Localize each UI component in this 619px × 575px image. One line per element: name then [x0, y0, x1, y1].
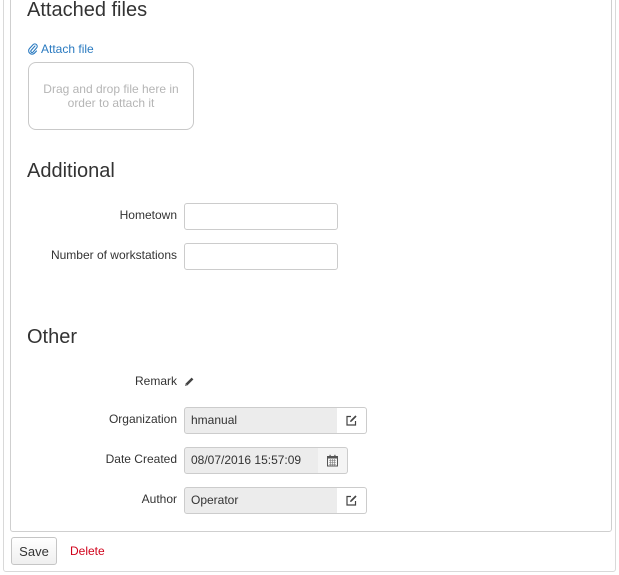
attached-files-heading: Attached files	[27, 0, 148, 21]
other-heading: Other	[27, 326, 78, 348]
paperclip-icon	[28, 43, 38, 55]
hometown-label: Hometown	[119, 208, 177, 222]
date-created-field: 08/07/2016 15:57:09	[184, 447, 319, 474]
organization-edit-button[interactable]	[337, 407, 367, 434]
organization-field: hmanual	[184, 407, 338, 434]
remark-label: Remark	[134, 374, 177, 388]
calendar-icon	[327, 454, 338, 467]
pencil-icon[interactable]	[184, 376, 195, 387]
workstations-input[interactable]	[184, 243, 338, 270]
hometown-input[interactable]	[184, 203, 338, 230]
author-label: Author	[141, 492, 177, 506]
author-field: Operator	[184, 487, 338, 514]
workstations-label: Number of workstations	[50, 248, 177, 262]
edit-icon	[346, 415, 357, 426]
attach-file-link[interactable]: Attach file	[28, 42, 94, 56]
delete-link[interactable]: Delete	[70, 544, 105, 558]
author-edit-button[interactable]	[337, 487, 367, 514]
save-button[interactable]: Save	[11, 537, 57, 565]
additional-heading: Additional	[27, 160, 115, 182]
attach-file-label: Attach file	[41, 42, 94, 56]
edit-icon	[346, 495, 357, 506]
dropzone-text: Drag and drop file here in order to atta…	[43, 82, 179, 110]
date-picker-button[interactable]	[318, 447, 348, 474]
file-dropzone[interactable]: Drag and drop file here in order to atta…	[28, 62, 194, 130]
organization-label: Organization	[108, 412, 177, 426]
date-created-label: Date Created	[105, 452, 177, 466]
